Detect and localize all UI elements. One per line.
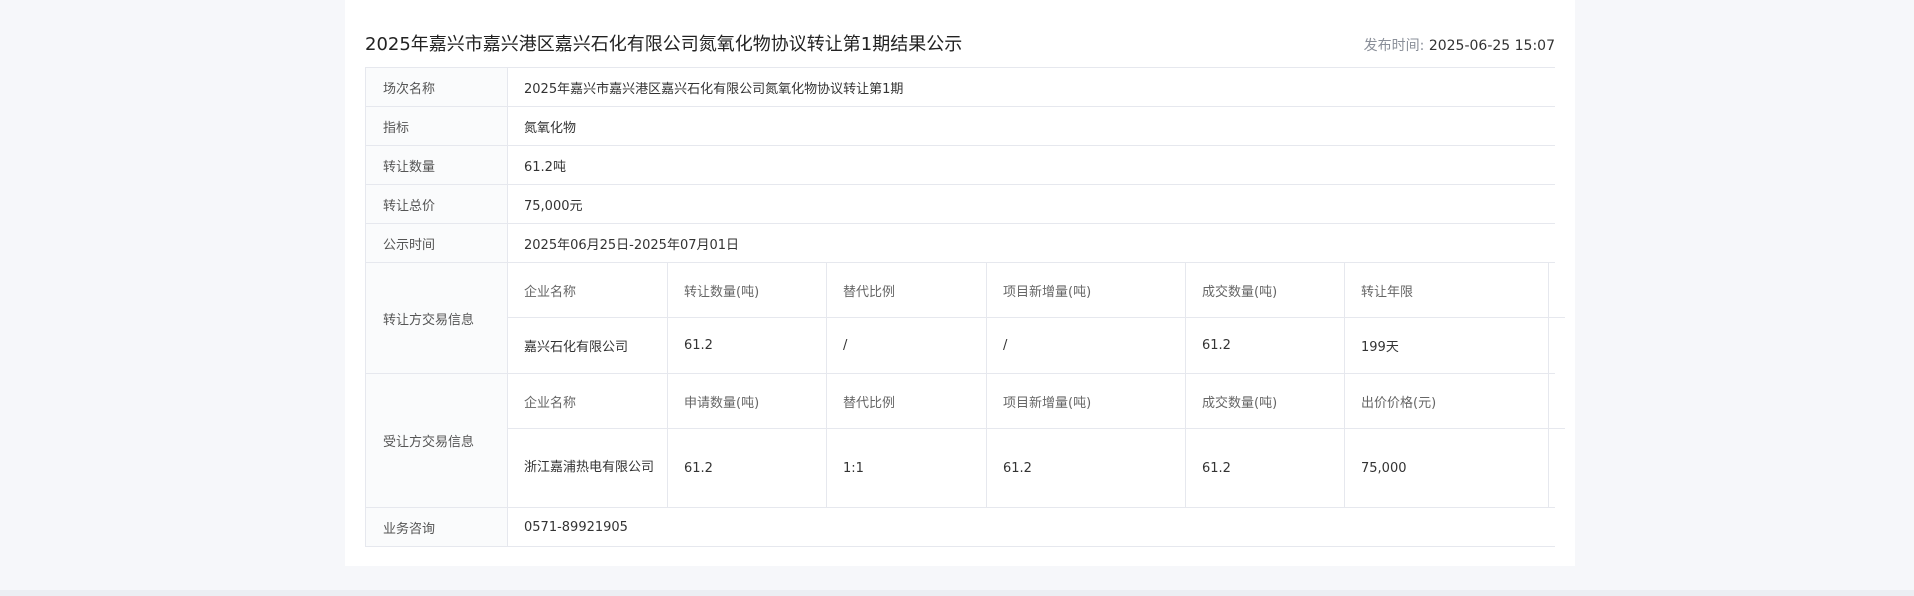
transferor-company: 嘉兴石化有限公司 bbox=[508, 318, 668, 373]
indicator-label: 指标 bbox=[366, 107, 508, 145]
transferee-header-row: 企业名称 申请数量(吨) 替代比例 项目新增量(吨) 成交数量(吨) 出价价格(… bbox=[508, 374, 1565, 429]
transferor-new-amount: / bbox=[987, 318, 1186, 373]
page-title: 2025年嘉兴市嘉兴港区嘉兴石化有限公司氮氧化物协议转让第1期结果公示 bbox=[365, 34, 963, 55]
transferee-bid-price: 75,000 bbox=[1345, 429, 1549, 507]
publish-time-value: 2025-06-25 15:07 bbox=[1428, 38, 1555, 54]
transferee-deal-quantity: 61.2 bbox=[1186, 429, 1345, 507]
transferee-extra bbox=[1549, 429, 1565, 507]
transferee-header-ratio: 替代比例 bbox=[827, 374, 987, 428]
transferor-data-row: 嘉兴石化有限公司 61.2 / / 61.2 199天 bbox=[508, 318, 1565, 373]
row-transferee: 受让方交易信息 企业名称 申请数量(吨) 替代比例 项目新增量(吨) 成交数量(… bbox=[366, 374, 1565, 508]
transferee-header-extra bbox=[1549, 374, 1565, 428]
row-publicity-period: 公示时间 2025年06月25日-2025年07月01日 bbox=[366, 224, 1555, 263]
transferor-subtable: 企业名称 转让数量(吨) 替代比例 项目新增量(吨) 成交数量(吨) 转让年限 … bbox=[508, 263, 1565, 373]
total-price-value: 75,000元 bbox=[524, 198, 583, 214]
row-session: 场次名称 2025年嘉兴市嘉兴港区嘉兴石化有限公司氮氧化物协议转让第1期 bbox=[366, 68, 1555, 107]
transferee-label: 受让方交易信息 bbox=[366, 374, 508, 507]
page-footer-band bbox=[0, 590, 1914, 596]
transferor-header-row: 企业名称 转让数量(吨) 替代比例 项目新增量(吨) 成交数量(吨) 转让年限 bbox=[508, 263, 1565, 318]
row-indicator: 指标 氮氧化物 bbox=[366, 107, 1555, 146]
publish-time-label: 发布时间: bbox=[1363, 38, 1425, 54]
transferor-header-ratio: 替代比例 bbox=[827, 263, 987, 317]
transferee-data-row: 浙江嘉浦热电有限公司 61.2 1:1 61.2 61.2 75,000 bbox=[508, 429, 1565, 507]
row-consultation: 业务咨询 0571-89921905 bbox=[366, 508, 1555, 547]
transferee-header-deal-quantity: 成交数量(吨) bbox=[1186, 374, 1345, 428]
transferor-term: 199天 bbox=[1345, 318, 1549, 373]
transferor-header-deal-quantity: 成交数量(吨) bbox=[1186, 263, 1345, 317]
publicity-period-value: 2025年06月25日-2025年07月01日 bbox=[524, 237, 740, 253]
quantity-label: 转让数量 bbox=[366, 146, 508, 184]
publicity-period-label: 公示时间 bbox=[366, 224, 508, 262]
transferee-header-bid-price: 出价价格(元) bbox=[1345, 374, 1549, 428]
row-quantity: 转让数量 61.2吨 bbox=[366, 146, 1555, 185]
consultation-label: 业务咨询 bbox=[366, 508, 508, 546]
transferee-apply-quantity: 61.2 bbox=[668, 429, 827, 507]
transferor-header-quantity: 转让数量(吨) bbox=[668, 263, 827, 317]
transferee-new-amount: 61.2 bbox=[987, 429, 1186, 507]
transferee-subtable: 企业名称 申请数量(吨) 替代比例 项目新增量(吨) 成交数量(吨) 出价价格(… bbox=[508, 374, 1565, 507]
indicator-value: 氮氧化物 bbox=[524, 120, 577, 136]
transferor-deal-quantity: 61.2 bbox=[1186, 318, 1345, 373]
transferee-header-new-amount: 项目新增量(吨) bbox=[987, 374, 1186, 428]
publish-time: 发布时间: 2025-06-25 15:07 bbox=[1364, 35, 1555, 55]
session-value: 2025年嘉兴市嘉兴港区嘉兴石化有限公司氮氧化物协议转让第1期 bbox=[524, 81, 904, 97]
transferee-header-company: 企业名称 bbox=[508, 374, 668, 428]
row-transferor: 转让方交易信息 企业名称 转让数量(吨) 替代比例 项目新增量(吨) 成交数量(… bbox=[366, 263, 1565, 374]
quantity-value: 61.2吨 bbox=[524, 159, 566, 175]
result-table: 场次名称 2025年嘉兴市嘉兴港区嘉兴石化有限公司氮氧化物协议转让第1期 指标 … bbox=[365, 67, 1565, 547]
total-price-label: 转让总价 bbox=[366, 185, 508, 223]
transferor-header-extra bbox=[1549, 263, 1565, 317]
transferor-header-term: 转让年限 bbox=[1345, 263, 1549, 317]
row-total-price: 转让总价 75,000元 bbox=[366, 185, 1555, 224]
transferor-quantity: 61.2 bbox=[668, 318, 827, 373]
transferor-header-new-amount: 项目新增量(吨) bbox=[987, 263, 1186, 317]
session-label: 场次名称 bbox=[366, 68, 508, 106]
transferor-extra bbox=[1549, 318, 1565, 373]
transferee-ratio: 1:1 bbox=[827, 429, 987, 507]
transferee-header-apply-quantity: 申请数量(吨) bbox=[668, 374, 827, 428]
consultation-value: 0571-89921905 bbox=[524, 519, 628, 535]
transferee-company: 浙江嘉浦热电有限公司 bbox=[508, 429, 668, 507]
transferor-label: 转让方交易信息 bbox=[366, 263, 508, 373]
transferor-ratio: / bbox=[827, 318, 987, 373]
page-header: 2025年嘉兴市嘉兴港区嘉兴石化有限公司氮氧化物协议转让第1期结果公示 发布时间… bbox=[365, 26, 1555, 60]
transferor-header-company: 企业名称 bbox=[508, 263, 668, 317]
